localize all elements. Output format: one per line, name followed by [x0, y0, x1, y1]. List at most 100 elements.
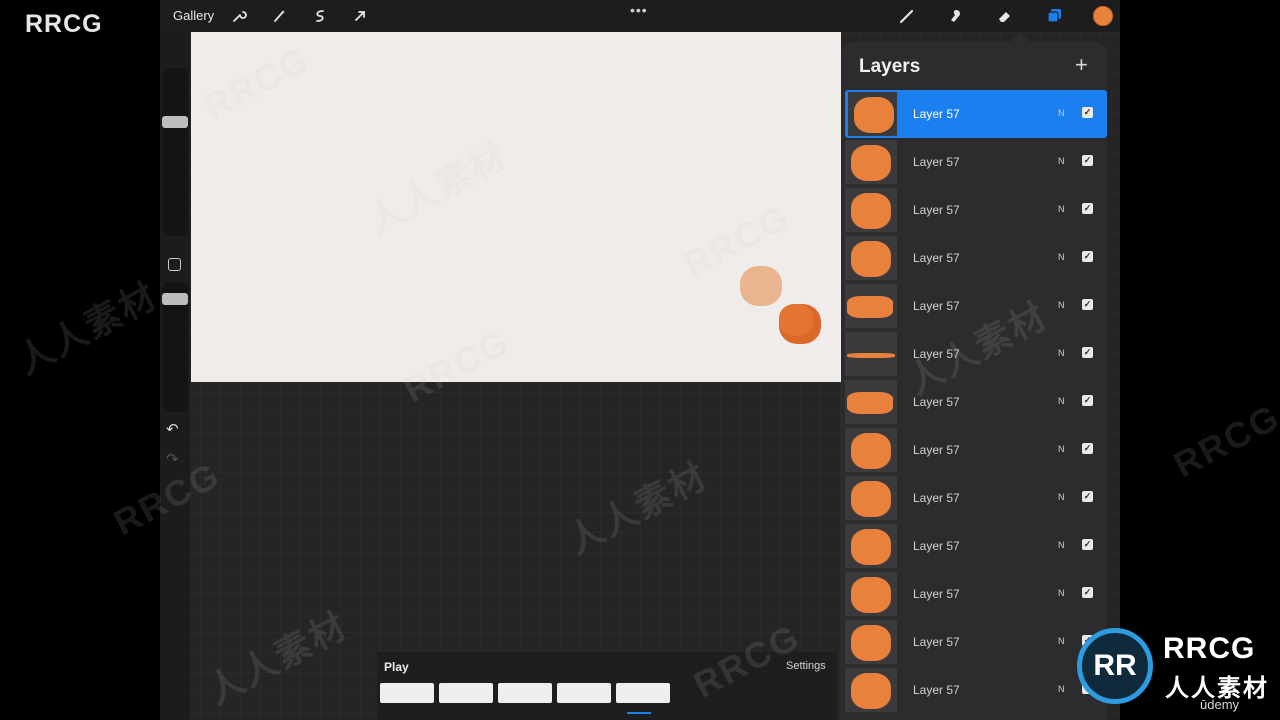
layer-row[interactable]: Layer 57N✓	[845, 282, 1107, 330]
layer-row[interactable]: Layer 57N✓	[845, 234, 1107, 282]
layer-row[interactable]: Layer 57 N ✓	[845, 90, 1107, 138]
layer-name: Layer 57	[913, 395, 960, 409]
visibility-checkbox[interactable]: ✓	[1082, 539, 1093, 550]
blend-mode-button[interactable]: N	[1058, 108, 1065, 118]
visibility-checkbox[interactable]: ✓	[1082, 203, 1093, 214]
blend-mode-button[interactable]: N	[1058, 444, 1065, 454]
layer-thumbnail-shape	[851, 145, 891, 181]
watermark: RRCG	[1166, 395, 1280, 486]
layer-name: Layer 57	[913, 107, 960, 121]
blend-mode-button[interactable]: N	[1058, 348, 1065, 358]
magic-wand-icon[interactable]	[268, 5, 290, 27]
visibility-checkbox[interactable]: ✓	[1082, 491, 1093, 502]
layer-name: Layer 57	[913, 443, 960, 457]
blend-mode-button[interactable]: N	[1058, 204, 1065, 214]
brush-size-thumb[interactable]	[162, 116, 188, 128]
layer-thumbnail	[845, 524, 897, 568]
layer-row[interactable]: Layer 57N✓	[845, 330, 1107, 378]
gallery-button[interactable]: Gallery	[173, 8, 214, 23]
layer-thumbnail-shape	[851, 433, 891, 469]
opacity-slider[interactable]	[162, 282, 188, 412]
blend-mode-button[interactable]: N	[1058, 156, 1065, 166]
drawing-canvas[interactable]	[191, 32, 841, 382]
animation-frame[interactable]	[616, 683, 670, 703]
layer-row[interactable]: Layer 57N✓	[845, 666, 1107, 714]
brush-size-slider[interactable]	[162, 68, 188, 236]
redo-icon[interactable]: ↷	[166, 450, 179, 468]
frame-scrubber[interactable]	[627, 712, 651, 714]
layer-thumbnail-shape	[851, 481, 891, 517]
wrench-icon[interactable]	[228, 5, 250, 27]
layer-thumbnail-shape	[851, 625, 891, 661]
layer-row[interactable]: Layer 57 N ✓	[845, 522, 1107, 570]
visibility-checkbox[interactable]: ✓	[1082, 155, 1093, 166]
brand-label: RRCG	[25, 10, 103, 38]
settings-button[interactable]: Settings	[786, 660, 826, 672]
layers-panel-pointer	[1010, 32, 1030, 42]
transform-icon[interactable]	[349, 5, 371, 27]
layer-thumbnail-shape	[851, 529, 891, 565]
onion-skin-circle	[740, 266, 782, 306]
layer-thumbnail	[845, 620, 897, 664]
layer-thumbnail	[845, 668, 897, 712]
layer-name: Layer 57	[913, 587, 960, 601]
play-button[interactable]: Play	[384, 660, 409, 674]
visibility-checkbox[interactable]: ✓	[1082, 395, 1093, 406]
color-picker-button[interactable]	[1093, 6, 1113, 26]
layer-row[interactable]: Layer 57N✓	[845, 474, 1107, 522]
opacity-thumb[interactable]	[162, 293, 188, 305]
blend-mode-button[interactable]: N	[1058, 636, 1065, 646]
layers-title: Layers	[859, 56, 921, 77]
animation-frame[interactable]	[498, 683, 552, 703]
layers-icon[interactable]	[1043, 5, 1065, 27]
eraser-icon[interactable]	[994, 5, 1016, 27]
layer-thumbnail-shape	[847, 392, 893, 414]
undo-icon[interactable]: ↶	[166, 420, 179, 438]
layer-thumbnail-shape	[854, 97, 894, 133]
logo-mark: RR	[1077, 628, 1153, 704]
animation-frame[interactable]	[439, 683, 493, 703]
visibility-checkbox[interactable]: ✓	[1082, 107, 1093, 118]
layer-row[interactable]: Layer 57 N ✓	[845, 426, 1107, 474]
layer-row[interactable]: Layer 57 N ✓	[845, 570, 1107, 618]
layer-thumbnail	[845, 140, 897, 184]
modify-button[interactable]	[168, 258, 181, 271]
procreate-screen: Gallery ••• ↶ ↷ Layers + Layer 57 N ✓ La…	[160, 0, 1120, 720]
layer-thumbnail-shape	[847, 353, 895, 358]
layer-thumbnail-shape	[851, 577, 891, 613]
blend-mode-button[interactable]: N	[1058, 300, 1065, 310]
visibility-checkbox[interactable]: ✓	[1082, 299, 1093, 310]
layer-thumbnail	[845, 236, 897, 280]
layer-row[interactable]: Layer 57 N ✓	[845, 186, 1107, 234]
visibility-checkbox[interactable]: ✓	[1082, 443, 1093, 454]
layer-name: Layer 57	[913, 203, 960, 217]
rrcg-logo: RR RRCG 人人素材	[1077, 626, 1277, 720]
layer-row[interactable]: Layer 57 N ✓	[845, 378, 1107, 426]
add-layer-icon[interactable]: +	[1075, 52, 1088, 78]
visibility-checkbox[interactable]: ✓	[1082, 587, 1093, 598]
layer-row[interactable]: Layer 57N✓	[845, 138, 1107, 186]
animation-frame[interactable]	[380, 683, 434, 703]
blend-mode-button[interactable]: N	[1058, 396, 1065, 406]
layer-row[interactable]: Layer 57N✓	[845, 618, 1107, 666]
smudge-icon[interactable]	[945, 5, 967, 27]
blend-mode-button[interactable]: N	[1058, 540, 1065, 550]
layer-name: Layer 57	[913, 539, 960, 553]
more-options-icon[interactable]: •••	[630, 2, 648, 18]
layer-name: Layer 57	[913, 683, 960, 697]
layer-thumbnail-shape	[851, 241, 891, 277]
layers-panel: Layers + Layer 57 N ✓ Layer 57 N ✓ Layer 57 N ✓ L…	[841, 42, 1107, 720]
blend-mode-button[interactable]: N	[1058, 492, 1065, 502]
layer-thumbnail	[845, 332, 897, 376]
brush-icon[interactable]	[896, 5, 918, 27]
layer-thumbnail	[845, 188, 897, 232]
animation-frame[interactable]	[557, 683, 611, 703]
blend-mode-button[interactable]: N	[1058, 588, 1065, 598]
visibility-checkbox[interactable]: ✓	[1082, 347, 1093, 358]
animation-assist-bar: Play Settings	[377, 652, 837, 720]
selection-icon[interactable]	[309, 5, 331, 27]
visibility-checkbox[interactable]: ✓	[1082, 251, 1093, 262]
blend-mode-button[interactable]: N	[1058, 684, 1065, 694]
blend-mode-button[interactable]: N	[1058, 252, 1065, 262]
watermark: 人人素材	[10, 274, 164, 382]
